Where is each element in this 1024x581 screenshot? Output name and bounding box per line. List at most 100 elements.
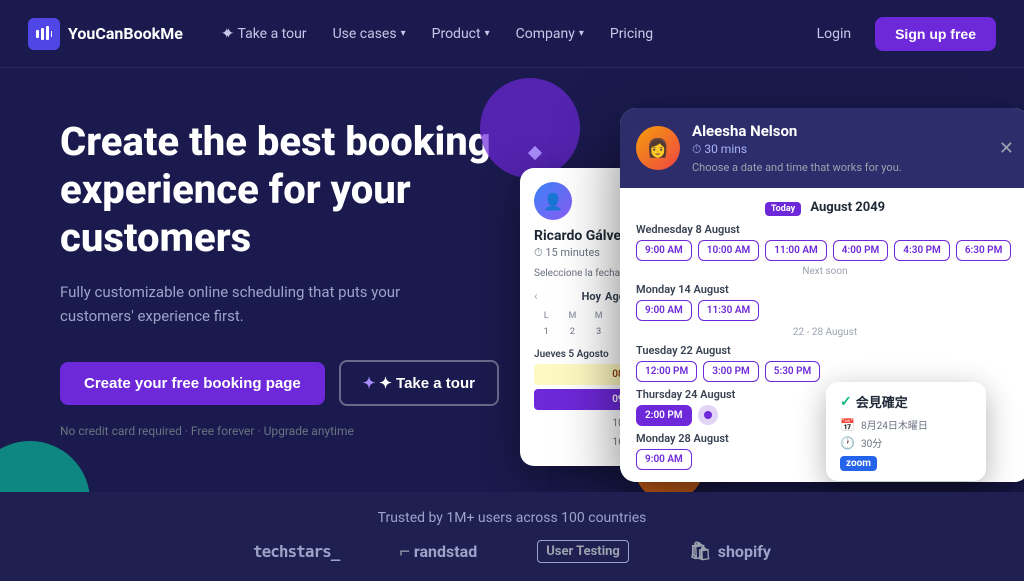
slot-thu-200-active[interactable]: 2:00 PM <box>636 405 692 426</box>
confirmation-card: ✓ 会見確定 📅 8月24日木曜日 🕐 30分 zoom <box>826 382 986 481</box>
active-slot-label: 2:00 PM <box>645 410 683 421</box>
cal-day-2[interactable]: 2 <box>560 325 584 339</box>
slot-tue-530[interactable]: 5:30 PM <box>765 361 821 382</box>
check-icon: ✓ <box>840 394 852 410</box>
hero-note: No credit card required · Free forever ·… <box>60 424 540 438</box>
slot-wed-430[interactable]: 4:30 PM <box>894 240 950 261</box>
mini-month-label: Hoy <box>582 290 601 303</box>
hero-subtitle: Fully customizable online scheduling tha… <box>60 280 420 328</box>
use-cases-label: Use cases <box>333 26 397 42</box>
nav-use-cases[interactable]: Use cases ▾ <box>323 20 416 48</box>
take-tour-label: ✦ Take a tour <box>223 26 307 42</box>
techstars-logo: techstars_ <box>253 542 339 561</box>
trusted-logos: techstars_ ⌐ randstad User Testing 🛍 sho… <box>60 540 964 563</box>
signup-button[interactable]: Sign up free <box>875 17 996 51</box>
confirm-title: ✓ 会見確定 <box>840 392 972 411</box>
nav-take-tour[interactable]: ✦ ✦ Take a tour <box>211 20 317 48</box>
slot-mon-900[interactable]: 9:00 AM <box>636 300 692 321</box>
logo-icon <box>28 18 60 50</box>
trusted-heading: Trusted by 1M+ users across 100 countrie… <box>60 510 964 526</box>
randstad-text: randstad <box>414 542 477 561</box>
slots-monday14: 9:00 AM 11:30 AM <box>636 300 1014 321</box>
cursor-indicator <box>698 405 718 425</box>
zoom-logo: zoom <box>840 456 877 471</box>
profile-info: Aleesha Nelson ⏱ 30 mins Choose a date a… <box>692 122 902 174</box>
day-header-l: L <box>534 309 558 323</box>
cta-primary-button[interactable]: Create your free booking page <box>60 362 325 405</box>
duration-text: 15 minutes <box>545 246 600 259</box>
user-prefix: User <box>546 544 573 559</box>
profile-duration: ⏱ 30 mins <box>692 142 902 157</box>
small-avatar: 👤 <box>534 182 572 220</box>
cursor-dot <box>704 411 712 419</box>
zoom-badge: zoom <box>840 456 972 471</box>
clock-icon: 🕐 <box>840 436 855 450</box>
cal-day-1[interactable]: 1 <box>534 325 558 339</box>
prev-month-button[interactable]: ‹ <box>534 289 538 303</box>
trusted-section: Trusted by 1M+ users across 100 countrie… <box>0 492 1024 581</box>
cal-day-3[interactable]: 3 <box>587 325 611 339</box>
confirm-date-row: 📅 8月24日木曜日 <box>840 417 972 432</box>
hero-title: Create the best booking experience for y… <box>60 118 540 262</box>
confirm-time-text: 30分 <box>861 435 882 450</box>
slot-wed-630[interactable]: 6:30 PM <box>956 240 1012 261</box>
large-card-header: 👩 Aleesha Nelson ⏱ 30 mins Choose a date… <box>620 108 1024 188</box>
nav-actions: Login Sign up free <box>803 17 996 51</box>
month-year: August 2049 <box>810 200 885 215</box>
profile-cta: Choose a date and time that works for yo… <box>692 161 902 174</box>
large-month-label: Today August 2049 <box>636 200 1014 215</box>
navigation: YouCanBookMe ✦ ✦ Take a tour Use cases ▾… <box>0 0 1024 68</box>
nav-pricing[interactable]: Pricing <box>600 20 663 48</box>
hero-section: Create the best booking experience for y… <box>0 68 1024 581</box>
chevron-down-icon: ▾ <box>485 28 490 39</box>
tour-label: ✦ Take a tour <box>379 374 475 392</box>
slot-wed-1000[interactable]: 10:00 AM <box>698 240 760 261</box>
shopify-icon: 🛍 <box>689 541 712 562</box>
pricing-label: Pricing <box>610 26 653 42</box>
slot-wed-1100[interactable]: 11:00 AM <box>765 240 827 261</box>
chevron-down-icon: ▾ <box>401 28 406 39</box>
slot-tue-1200[interactable]: 12:00 PM <box>636 361 697 382</box>
large-avatar: 👩 <box>636 126 680 170</box>
today-badge: Today <box>765 202 801 216</box>
chevron-down-icon: ▾ <box>579 28 584 39</box>
randstad-symbol: ⌐ <box>399 541 410 562</box>
shopify-logo: 🛍 shopify <box>689 541 771 562</box>
day-header-m2: M <box>587 309 611 323</box>
calendar-icon: 📅 <box>840 418 855 432</box>
day-tuesday22: Tuesday 22 August <box>636 344 1014 357</box>
logo-text: YouCanBookMe <box>68 24 183 43</box>
week-divider: 22 - 28 August <box>636 327 1014 338</box>
slot-wed-400[interactable]: 4:00 PM <box>833 240 889 261</box>
day-header-m: M <box>560 309 584 323</box>
login-button[interactable]: Login <box>803 18 866 50</box>
slots-wednesday: 9:00 AM 10:00 AM 11:00 AM 4:00 PM 4:30 P… <box>636 240 1014 261</box>
confirm-title-text: 会見確定 <box>856 392 908 411</box>
profile-duration-text: 30 mins <box>704 142 747 156</box>
slot-mon28-900[interactable]: 9:00 AM <box>636 449 692 470</box>
shopify-text: shopify <box>718 542 771 561</box>
slot-mon-1130[interactable]: 11:30 AM <box>698 300 760 321</box>
sparkle-icon: ✦ <box>363 374 376 392</box>
confirm-time-row: 🕐 30分 <box>840 435 972 450</box>
slot-tue-300[interactable]: 3:00 PM <box>703 361 759 382</box>
hero-buttons: Create your free booking page ✦ ✦ Take a… <box>60 360 540 406</box>
day-monday14: Monday 14 August <box>636 283 1014 296</box>
cta-secondary-button[interactable]: ✦ ✦ Take a tour <box>339 360 499 406</box>
close-icon[interactable]: ✕ <box>999 138 1014 159</box>
company-label: Company <box>516 26 575 42</box>
usertesting-logo: User Testing <box>537 540 629 563</box>
nav-product[interactable]: Product ▾ <box>422 20 500 48</box>
day-wednesday: Wednesday 8 August <box>636 223 1014 236</box>
confirm-date-text: 8月24日木曜日 <box>861 417 928 432</box>
nav-company[interactable]: Company ▾ <box>506 20 594 48</box>
nav-links: ✦ ✦ Take a tour Use cases ▾ Product ▾ Co… <box>211 20 803 48</box>
profile-name: Aleesha Nelson <box>692 122 902 140</box>
card-profile: 👩 Aleesha Nelson ⏱ 30 mins Choose a date… <box>636 122 902 174</box>
slot-wed-900[interactable]: 9:00 AM <box>636 240 692 261</box>
next-soon-label: Next soon <box>636 266 1014 277</box>
testing-suffix: Testing <box>576 544 620 559</box>
slots-tuesday22: 12:00 PM 3:00 PM 5:30 PM <box>636 361 1014 382</box>
product-label: Product <box>432 26 481 42</box>
logo[interactable]: YouCanBookMe <box>28 18 183 50</box>
